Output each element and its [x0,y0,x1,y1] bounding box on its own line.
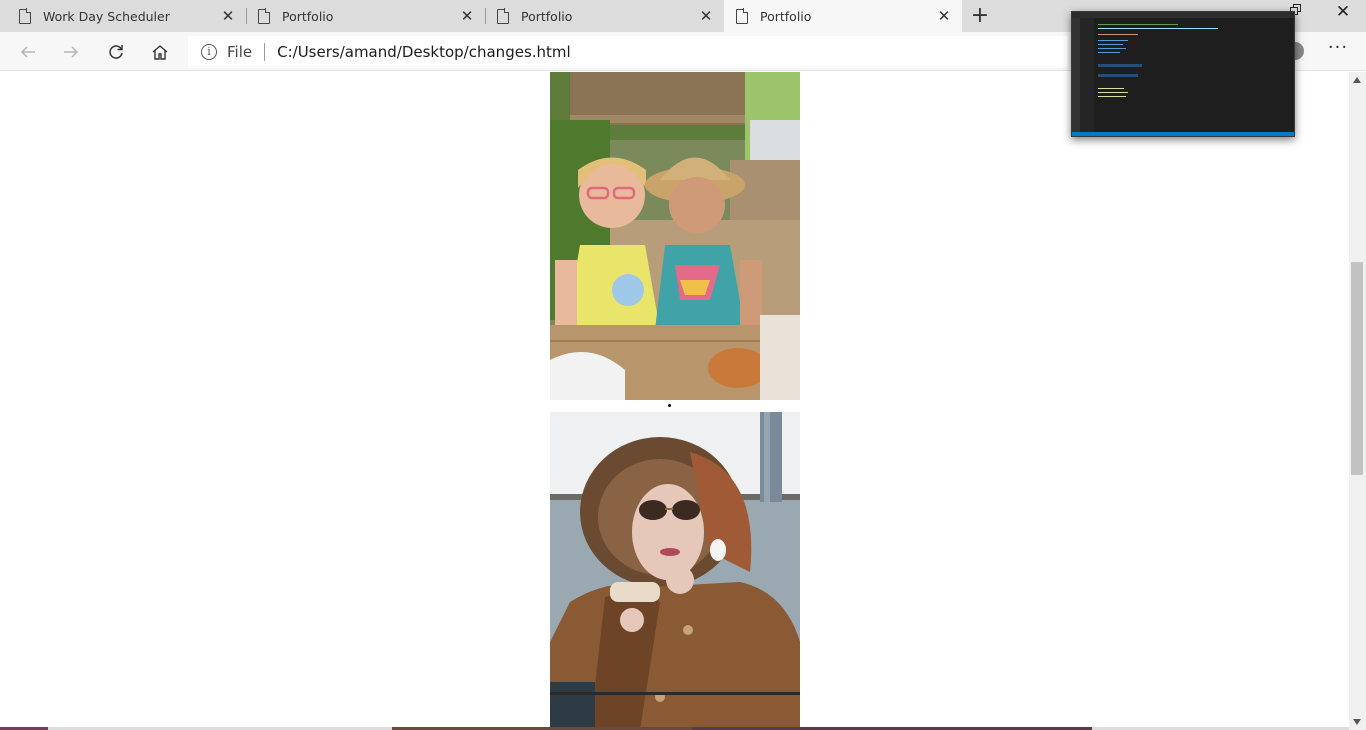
preview-code-line [1098,88,1124,89]
preview-titlebar [1072,12,1294,18]
preview-code-line [1098,24,1178,25]
back-button[interactable] [14,38,42,66]
page-icon [736,8,749,24]
preview-code-line [1098,34,1138,35]
preview-code-line [1098,96,1126,97]
tab-title: Portfolio [760,8,812,24]
scroll-thumb[interactable] [1351,262,1363,475]
editor-window-preview[interactable] [1071,11,1295,137]
preview-code-line [1098,52,1120,53]
scroll-up-icon[interactable] [1353,77,1361,83]
page-icon [497,8,510,24]
home-icon [152,45,168,60]
scheme-label: File [227,42,253,61]
forward-button[interactable] [57,38,85,66]
tab-portfolio-1[interactable]: Portfolio ✕ [239,0,485,32]
preview-code-line [1098,44,1123,45]
new-tab-button[interactable]: + [969,4,991,28]
tab-portfolio-active[interactable]: Portfolio ✕ [724,0,962,32]
page-icon [19,8,32,24]
tab-portfolio-2[interactable]: Portfolio ✕ [478,0,724,32]
info-icon[interactable]: i [201,43,217,60]
preview-selection [1098,64,1142,67]
more-options-button[interactable]: ··· [1326,38,1350,62]
preview-statusbar [1072,132,1294,136]
window-close-button[interactable]: ✕ [1334,2,1352,22]
two-girls-photo [550,72,800,400]
preview-code-line [1098,92,1128,93]
preview-explorer [1080,18,1094,132]
back-arrow-icon [20,46,35,58]
home-button[interactable] [146,38,174,66]
tab-title: Portfolio [521,8,573,24]
tab-title: Work Day Scheduler [43,8,170,24]
preview-code-line [1098,28,1218,29]
address-divider [264,42,266,61]
woman-in-fur-hood-photo [550,412,800,730]
refresh-icon [109,45,123,59]
preview-code-line [1098,48,1126,49]
preview-code-line [1098,40,1128,41]
scroll-down-icon[interactable] [1353,719,1361,725]
url-text[interactable]: C:/Users/amand/Desktop/changes.html [277,43,571,61]
page-icon [258,8,271,24]
tab-close-icon[interactable]: ✕ [459,8,475,24]
list-bullet [668,404,671,407]
page-content [0,72,1349,730]
forward-arrow-icon [64,46,79,58]
tab-close-icon[interactable]: ✕ [220,8,236,24]
preview-selection [1098,74,1138,77]
refresh-button[interactable] [102,38,130,66]
preview-activity-bar [1072,18,1080,132]
tab-close-icon[interactable]: ✕ [936,8,952,24]
vertical-scrollbar[interactable] [1349,72,1366,730]
tab-title: Portfolio [282,8,334,24]
tab-work-day-scheduler[interactable]: Work Day Scheduler ✕ [0,0,246,32]
tab-close-icon[interactable]: ✕ [698,8,714,24]
address-bar[interactable]: i File C:/Users/amand/Desktop/changes.ht… [188,36,1068,67]
